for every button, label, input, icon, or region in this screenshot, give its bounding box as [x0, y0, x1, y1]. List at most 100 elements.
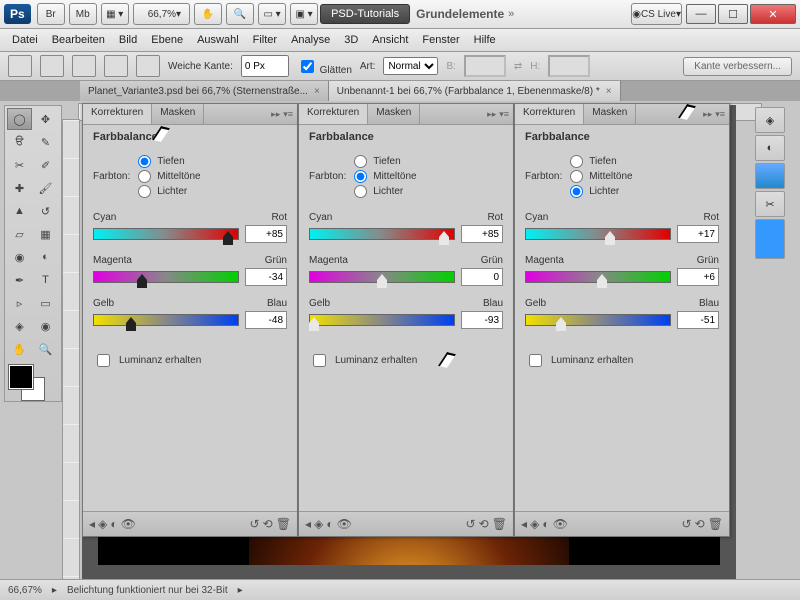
swatches-panel-icon[interactable] [755, 163, 785, 189]
zoom-tool-button[interactable]: 🔍 [226, 3, 254, 25]
dodge-tool[interactable]: ◐ [33, 246, 58, 268]
doc-tab-2[interactable]: Unbenannt-1 bei 66,7% (Farbbalance 1, Eb… [329, 81, 621, 101]
mg-value[interactable] [461, 268, 503, 286]
cr-value[interactable] [677, 225, 719, 243]
luminance-checkbox[interactable]: Luminanz erhalten [525, 351, 719, 370]
selection-add-icon[interactable] [72, 55, 96, 77]
cyan-red-slider[interactable] [309, 228, 455, 240]
brush-tool[interactable]: 🖌 [33, 177, 58, 199]
mg-value[interactable] [245, 268, 287, 286]
reset-icon[interactable]: ↺ [466, 517, 476, 531]
eye-icon[interactable]: 👁 [121, 517, 136, 531]
tab-masken[interactable]: Masken [584, 104, 636, 124]
marquee-tool[interactable]: ◯ [7, 108, 32, 130]
yellow-blue-slider[interactable] [309, 314, 455, 326]
nav-panel-icon[interactable] [755, 219, 785, 259]
path-select-tool[interactable]: ▹ [7, 292, 32, 314]
selection-new-icon[interactable] [40, 55, 64, 77]
zoom-tool[interactable]: 🔍 [33, 338, 58, 360]
cslive-button[interactable]: ◉ CS Live ▾ [631, 3, 682, 25]
menu-icon[interactable]: ▾≡ [499, 109, 509, 120]
menu-analyse[interactable]: Analyse [291, 34, 330, 46]
cyan-red-slider[interactable] [93, 228, 239, 240]
trash-icon[interactable]: 🗑 [708, 517, 723, 531]
layer-icon[interactable]: ◈ [98, 517, 107, 531]
tab-masken[interactable]: Masken [152, 104, 204, 124]
workspace-name[interactable]: Grundelemente [416, 7, 504, 21]
collapse-icon[interactable]: ▸▸ [271, 109, 280, 120]
minimize-button[interactable]: — [686, 4, 716, 24]
prev-icon[interactable]: ⟲ [695, 517, 705, 531]
eye-icon[interactable]: 👁 [553, 517, 568, 531]
menu-hilfe[interactable]: Hilfe [474, 34, 496, 46]
tab-korrekturen[interactable]: Korrekturen [515, 104, 584, 124]
trash-icon[interactable]: 🗑 [492, 517, 507, 531]
status-zoom[interactable]: 66,67% [8, 585, 42, 596]
move-tool[interactable]: ✥ [33, 108, 58, 130]
menu-datei[interactable]: Datei [12, 34, 38, 46]
reset-icon[interactable]: ↺ [682, 517, 692, 531]
doc-tab-1[interactable]: Planet_Variante3.psd bei 66,7% (Sternens… [80, 81, 329, 101]
blur-tool[interactable]: ◉ [7, 246, 32, 268]
radio-lichter[interactable]: Lichter [354, 185, 416, 198]
color-swatches[interactable] [7, 365, 53, 399]
layer-icon[interactable]: ◈ [314, 517, 323, 531]
layer-icon[interactable]: ◈ [530, 517, 539, 531]
quick-select-tool[interactable]: ✎ [33, 131, 58, 153]
yellow-blue-slider[interactable] [525, 314, 671, 326]
close-button[interactable]: ✕ [750, 4, 796, 24]
stamp-tool[interactable]: ▲ [7, 200, 32, 222]
cr-value[interactable] [461, 225, 503, 243]
gradient-tool[interactable]: ▦ [33, 223, 58, 245]
clip-icon[interactable]: ◐ [542, 517, 549, 531]
bridge-button[interactable]: Br [37, 3, 65, 25]
prev-icon[interactable]: ⟲ [479, 517, 489, 531]
layers-panel-icon[interactable]: ◈ [755, 107, 785, 133]
collapse-icon[interactable]: ▸▸ [703, 109, 712, 120]
minibridge-button[interactable]: Mb [69, 3, 97, 25]
zoom-dropdown[interactable]: 66,7% ▾ [133, 3, 190, 25]
menu-fenster[interactable]: Fenster [422, 34, 459, 46]
back-icon[interactable]: ◂ [89, 517, 95, 531]
current-tool-icon[interactable] [8, 55, 32, 77]
radio-mitteltone[interactable]: Mitteltöne [138, 170, 200, 183]
yb-value[interactable] [245, 311, 287, 329]
radio-tiefen[interactable]: Tiefen [138, 155, 200, 168]
menu-icon[interactable]: ▾≡ [715, 109, 725, 120]
antialias-checkbox[interactable]: Glätten [297, 57, 352, 76]
yellow-blue-slider[interactable] [93, 314, 239, 326]
magenta-green-slider[interactable] [525, 271, 671, 283]
close-icon[interactable]: × [314, 86, 320, 97]
menu-3d[interactable]: 3D [344, 34, 358, 46]
selection-sub-icon[interactable] [104, 55, 128, 77]
lasso-tool[interactable]: ੳ [7, 131, 32, 153]
collapse-icon[interactable]: ▸▸ [487, 109, 496, 120]
radio-tiefen[interactable]: Tiefen [354, 155, 416, 168]
screen-mode-button[interactable]: ▣ ▾ [290, 3, 318, 25]
shape-tool[interactable]: ▭ [33, 292, 58, 314]
menu-auswahl[interactable]: Auswahl [197, 34, 239, 46]
menu-icon[interactable]: ▾≡ [283, 109, 293, 120]
tab-korrekturen[interactable]: Korrekturen [299, 104, 368, 124]
3d-tool[interactable]: ◈ [7, 315, 32, 337]
style-select[interactable]: Normal [383, 57, 438, 75]
view-extras-button[interactable]: ▦ ▾ [101, 3, 129, 25]
styles-panel-icon[interactable]: ✂ [755, 191, 785, 217]
pen-tool[interactable]: ✒ [7, 269, 32, 291]
radio-mitteltone[interactable]: Mitteltöne [570, 170, 632, 183]
yb-value[interactable] [461, 311, 503, 329]
radio-lichter[interactable]: Lichter [138, 185, 200, 198]
chevron-icon[interactable]: » [508, 8, 514, 20]
back-icon[interactable]: ◂ [521, 517, 527, 531]
refine-edge-button[interactable]: Kante verbessern... [683, 57, 792, 76]
reset-icon[interactable]: ↺ [250, 517, 260, 531]
hand-tool-button[interactable]: ✋ [194, 3, 222, 25]
magenta-green-slider[interactable] [93, 271, 239, 283]
radio-tiefen[interactable]: Tiefen [570, 155, 632, 168]
trash-icon[interactable]: 🗑 [276, 517, 291, 531]
cr-value[interactable] [245, 225, 287, 243]
tab-korrekturen[interactable]: Korrekturen [83, 104, 152, 124]
feather-input[interactable] [241, 55, 289, 77]
history-brush-tool[interactable]: ↺ [33, 200, 58, 222]
eye-icon[interactable]: 👁 [337, 517, 352, 531]
